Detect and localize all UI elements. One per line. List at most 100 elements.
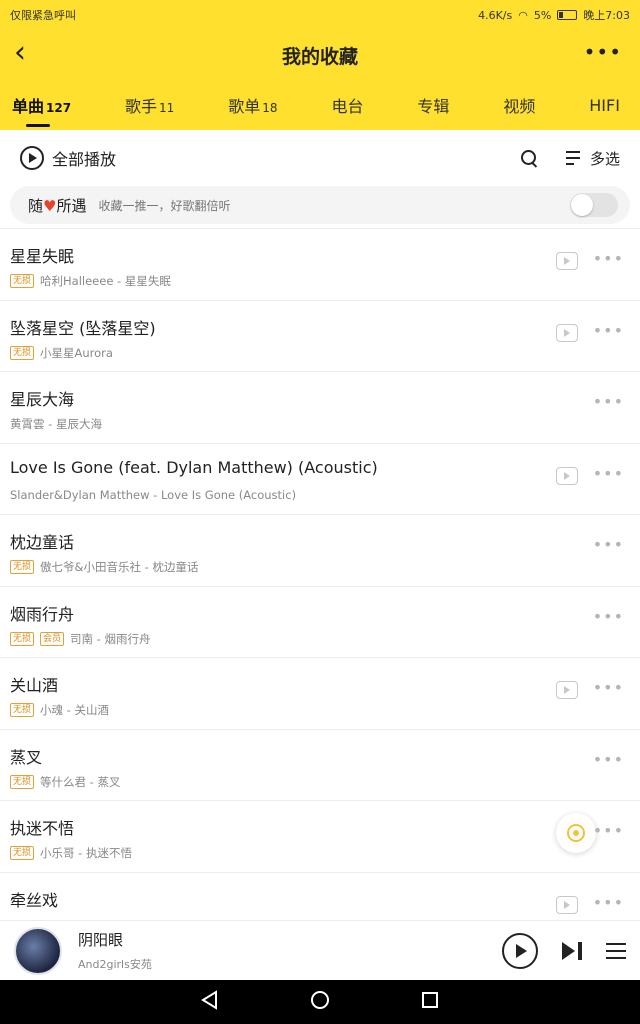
song-row[interactable]: 星辰大海 黄霄雲 - 星辰大海 ••• — [0, 371, 640, 443]
song-row[interactable]: Love Is Gone (feat. Dylan Matthew) (Acou… — [0, 442, 640, 515]
search-icon[interactable] — [520, 149, 538, 167]
song-meta: 无损 会员 司南 - 烟雨行舟 — [10, 631, 151, 647]
status-bar: 仅限紧急呼叫 4.6K/s ◠ 5% 晚上7:03 — [0, 0, 640, 30]
song-artist: 黄霄雲 - 星辰大海 — [10, 417, 102, 431]
tab-hifi[interactable]: HIFI — [585, 90, 624, 121]
battery-icon — [557, 10, 578, 20]
tab-label: 歌单 — [228, 97, 261, 116]
song-row[interactable]: 关山酒 无损 小魂 - 关山酒 ••• — [0, 657, 640, 729]
song-artist: 小星星Aurora — [40, 345, 113, 360]
tab-count: 11 — [159, 101, 175, 115]
tab-label: 专辑 — [417, 97, 450, 116]
lossless-badge: 无损 — [10, 560, 35, 574]
player-controls — [502, 932, 626, 969]
song-meta: 黄霄雲 - 星辰大海 — [10, 416, 102, 432]
multi-select-button[interactable]: 多选 — [565, 148, 620, 169]
random-encounter-subtitle: 收藏一推一，好歌翻倍听 — [98, 198, 231, 213]
random-title-right: 所遇 — [56, 196, 87, 215]
random-encounter-toggle[interactable] — [570, 193, 618, 217]
song-title: 坠落星空 (坠落星空) — [10, 318, 156, 338]
song-more-icon[interactable]: ••• — [593, 465, 624, 481]
song-artist: Slander&Dylan Matthew - Love Is Gone (Ac… — [10, 487, 297, 502]
song-row[interactable]: 坠落星空 (坠落星空) 无损 小星星Aurora ••• — [0, 299, 640, 372]
mv-icon[interactable] — [556, 252, 578, 270]
next-track-icon[interactable] — [562, 941, 582, 960]
tab-playlists[interactable]: 歌单 18 — [224, 87, 281, 123]
nav-home-icon[interactable] — [309, 989, 331, 1015]
lossless-badge: 无损 — [10, 703, 35, 717]
song-title: 蒸叉 — [10, 747, 43, 767]
tab-artists[interactable]: 歌手 11 — [121, 87, 178, 123]
tab-count: 127 — [46, 101, 72, 115]
song-more-icon[interactable]: ••• — [593, 751, 624, 767]
song-meta: 无损 等什么君 - 蒸叉 — [10, 774, 120, 790]
now-playing-title: 阴阳眼 — [78, 931, 124, 949]
system-nav-bar — [0, 980, 640, 1024]
app-root: 仅限紧急呼叫 4.6K/s ◠ 5% 晚上7:03 ‹ 我的收藏 ••• 单曲 1… — [0, 0, 640, 1024]
lossless-badge: 无损 — [10, 846, 35, 860]
category-tabs: 单曲 127 歌手 11 歌单 18 电台 专辑 视频 HIFI — [0, 80, 640, 130]
song-row[interactable]: 星星失眠 无损 哈利Halleeee - 星星失眠 ••• — [0, 228, 640, 300]
tab-label: 歌手 — [125, 97, 158, 116]
song-title: 星辰大海 — [10, 390, 75, 409]
mini-player[interactable]: 阴阳眼 And2girls安苑 — [0, 920, 640, 980]
song-row[interactable]: 执迷不悟 无损 小乐哥 - 执迷不悟 ••• — [0, 800, 640, 872]
mv-icon[interactable] — [556, 466, 578, 485]
play-all-icon[interactable] — [20, 146, 44, 170]
lossless-badge: 无损 — [10, 274, 35, 288]
tab-label: 电台 — [331, 97, 364, 116]
mv-icon[interactable] — [556, 895, 578, 914]
song-title: 执迷不悟 — [10, 819, 75, 838]
action-bar: 全部播放 多选 — [0, 130, 640, 186]
tab-label: 单曲 — [12, 97, 45, 116]
random-title-left: 随 — [28, 196, 44, 215]
tab-label: HIFI — [589, 95, 620, 115]
song-artist: 傲七爷&小田音乐社 - 枕边童话 — [40, 560, 199, 574]
lossless-badge: 无损 — [10, 774, 35, 789]
more-menu-icon[interactable]: ••• — [584, 40, 622, 64]
song-row[interactable]: 枕边童话 无损 傲七爷&小田音乐社 - 枕边童话 ••• — [0, 514, 640, 586]
song-more-icon[interactable]: ••• — [593, 823, 624, 839]
song-more-icon[interactable]: ••• — [593, 322, 624, 338]
album-cover[interactable] — [14, 926, 62, 975]
song-row[interactable]: 蒸叉 无损 等什么君 - 蒸叉 ••• — [0, 728, 640, 801]
song-title: 关山酒 — [10, 676, 59, 695]
random-encounter-title: 随♥所遇 — [28, 195, 86, 216]
song-more-icon[interactable]: ••• — [593, 394, 624, 410]
play-pause-button[interactable] — [502, 932, 538, 969]
playlist-queue-icon[interactable] — [606, 942, 626, 959]
carrier-text: 仅限紧急呼叫 — [10, 9, 76, 22]
song-title: 星星失眠 — [10, 247, 75, 266]
mv-icon[interactable] — [556, 323, 578, 342]
mv-icon[interactable] — [556, 681, 578, 699]
song-artist: 小魂 - 关山酒 — [40, 703, 109, 717]
battery-percent: 5% — [533, 8, 552, 22]
song-list: 星星失眠 无损 哈利Halleeee - 星星失眠 ••• 坠落星空 (坠落星空)… — [0, 228, 640, 920]
play-all-button[interactable]: 全部播放 — [52, 146, 116, 170]
song-row[interactable]: 烟雨行舟 无损 会员 司南 - 烟雨行舟 ••• — [0, 585, 640, 658]
back-icon[interactable]: ‹ — [14, 38, 42, 70]
nav-recents-icon[interactable] — [419, 989, 441, 1015]
nav-back-icon[interactable] — [199, 989, 221, 1015]
status-icons: 4.6K/s ◠ 5% 晚上7:03 — [478, 7, 630, 23]
tab-videos[interactable]: 视频 — [499, 87, 539, 123]
song-more-icon[interactable]: ••• — [593, 608, 624, 624]
song-more-icon[interactable]: ••• — [593, 894, 624, 910]
tab-albums[interactable]: 专辑 — [413, 87, 453, 123]
song-title: Love Is Gone (feat. Dylan Matthew) (Acou… — [10, 457, 378, 477]
song-more-icon[interactable]: ••• — [593, 537, 624, 553]
tab-label: 视频 — [503, 97, 536, 116]
top-header: ‹ 我的收藏 ••• — [0, 30, 640, 80]
song-more-icon[interactable]: ••• — [593, 680, 624, 696]
clock: 晚上7:03 — [583, 9, 630, 22]
random-encounter-bar: 随♥所遇 收藏一推一，好歌翻倍听 — [10, 186, 630, 224]
song-meta: Slander&Dylan Matthew - Love Is Gone (Ac… — [10, 488, 296, 502]
song-more-icon[interactable]: ••• — [593, 251, 624, 267]
locate-current-button[interactable] — [556, 813, 596, 853]
now-playing-info[interactable]: 阴阳眼 And2girls安苑 — [78, 929, 152, 972]
wifi-icon: ◠ — [518, 8, 528, 22]
tab-songs[interactable]: 单曲 127 — [8, 87, 75, 127]
song-row[interactable]: 牵丝戏 ••• — [0, 871, 640, 921]
song-artist: 司南 - 烟雨行舟 — [70, 631, 151, 646]
tab-radio[interactable]: 电台 — [327, 87, 367, 123]
